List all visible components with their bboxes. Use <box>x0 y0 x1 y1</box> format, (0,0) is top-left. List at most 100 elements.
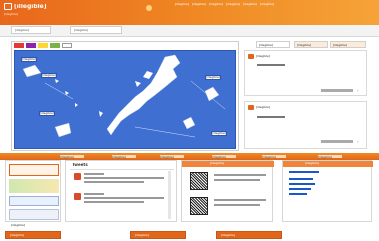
inset-island-shape[interactable] <box>182 116 196 130</box>
link-item[interactable] <box>289 188 311 190</box>
more-link[interactable] <box>321 89 353 92</box>
footer-bar: [illegible] [illegible] [illegible] <box>0 229 379 241</box>
qr-text-line <box>214 199 266 201</box>
region-label[interactable]: [illegible] <box>41 73 57 78</box>
lower-bar-link[interactable]: [illegible] <box>160 155 184 159</box>
sidebar-tab[interactable]: [illegible] <box>256 41 290 48</box>
sidebar-tab[interactable]: [illegible] <box>330 41 366 48</box>
tweet-text-line <box>84 177 164 179</box>
warning-icon <box>248 54 254 59</box>
divider <box>70 169 174 170</box>
tweet-text-line <box>84 197 164 199</box>
region-label[interactable]: [illegible] <box>39 111 55 116</box>
island-shape[interactable] <box>135 81 141 87</box>
island-shape[interactable] <box>65 91 69 95</box>
top-link[interactable]: [illegible] <box>243 3 257 9</box>
alert-title: [illegible] <box>256 106 271 109</box>
promo-banner[interactable] <box>9 209 59 220</box>
alert-icon <box>248 105 254 110</box>
legend-chip[interactable] <box>38 43 48 48</box>
okinawa-map[interactable]: [illegible] [illegible] [illegible] [ill… <box>14 50 236 149</box>
link-item[interactable] <box>289 178 313 180</box>
region-label[interactable]: [illegible] <box>205 75 221 80</box>
top-link[interactable]: [illegible] <box>260 3 274 9</box>
link-item[interactable] <box>289 183 315 185</box>
tweets-scrollbar[interactable] <box>168 171 171 219</box>
warning-box: [illegible] › <box>244 50 367 96</box>
map-divider-line <box>190 80 226 110</box>
footer-button[interactable]: [illegible] <box>130 231 186 239</box>
legend-chip[interactable] <box>14 43 24 48</box>
map-legend <box>14 43 134 49</box>
qr-code[interactable] <box>190 197 208 215</box>
promo-banner[interactable] <box>9 196 59 206</box>
inset-island-shape[interactable] <box>54 122 72 138</box>
tweet-text-line <box>84 201 144 203</box>
top-link[interactable]: [illegible] <box>209 3 223 9</box>
lower-bar-link[interactable]: [illegible] <box>112 155 136 159</box>
qr-panel-title: [illegible] <box>210 162 225 165</box>
region-label[interactable]: [illegible] <box>21 57 37 62</box>
alert-text-line <box>257 116 285 118</box>
site-subtitle: [illegible] <box>4 13 19 16</box>
sidebar: [illegible] [illegible] [illegible] [ill… <box>244 41 367 151</box>
warning-title: [illegible] <box>256 55 271 58</box>
tweet-avatar-icon[interactable] <box>74 173 81 180</box>
lower-bar-link[interactable]: [illegible] <box>318 155 342 159</box>
nav-tab[interactable]: [illegible] <box>11 26 51 34</box>
warning-header: [illegible] <box>248 54 270 59</box>
site-header: [illegible] [illegible] [illegible] [ill… <box>0 0 379 25</box>
mascot-icon <box>146 5 152 11</box>
footer-button[interactable]: [illegible] <box>216 231 282 239</box>
top-link[interactable]: [illegible] <box>226 3 240 9</box>
lower-bar-link[interactable]: [illegible] <box>262 155 286 159</box>
main-island-shape[interactable] <box>106 54 181 136</box>
tweets-title: Tweets <box>72 163 88 167</box>
promo-image[interactable] <box>9 179 59 193</box>
links-panel-title: [illegible] <box>305 162 320 165</box>
links-panel: [illegible] <box>282 160 373 222</box>
legend-chip[interactable] <box>62 43 72 48</box>
lower-link-bar: [illegible] [illegible] [illegible] [ill… <box>0 153 379 160</box>
more-link[interactable] <box>321 140 353 143</box>
qr-panel: [illegible] <box>181 160 274 222</box>
top-links: [illegible] [illegible] [illegible] [ill… <box>175 3 375 9</box>
legend-chip[interactable] <box>50 43 60 48</box>
tweet-text-line <box>84 193 104 195</box>
site-title[interactable]: [illegible] <box>14 4 47 10</box>
map-divider-line <box>134 126 196 138</box>
nav-tab[interactable]: [illegible] <box>70 26 122 34</box>
tweet-avatar-icon[interactable] <box>74 193 81 200</box>
chevron-right-icon[interactable]: › <box>357 88 359 93</box>
qr-code[interactable] <box>190 172 208 190</box>
link-item[interactable] <box>289 193 307 195</box>
chevron-right-icon[interactable]: › <box>357 139 359 144</box>
tweet-text-line <box>84 181 144 183</box>
map-divider-line <box>44 82 74 100</box>
legend-chip[interactable] <box>26 43 36 48</box>
qr-text-line <box>214 174 266 176</box>
sidebar-tab[interactable]: [illegible] <box>294 41 328 48</box>
links-panel-header <box>283 161 373 167</box>
qr-panel-header <box>182 161 274 167</box>
main-nav: [illegible] [illegible] <box>0 25 379 37</box>
lower-bar-link[interactable]: [illegible] <box>212 155 236 159</box>
link-item[interactable] <box>289 171 319 173</box>
island-shape[interactable] <box>143 71 153 79</box>
site-logo-icon[interactable] <box>4 3 12 10</box>
island-shape[interactable] <box>75 103 78 107</box>
map-svg <box>22 54 226 138</box>
region-label[interactable]: [illegible] <box>211 131 227 136</box>
island-shape[interactable] <box>99 111 103 117</box>
banner-column <box>5 160 61 222</box>
footer-button[interactable]: [illegible] <box>5 231 61 239</box>
promo-banner[interactable] <box>9 164 59 176</box>
top-link[interactable]: [illegible] <box>192 3 206 9</box>
footer-label: [illegible] <box>11 224 26 227</box>
alert-box: [illegible] › <box>244 101 367 149</box>
lower-bar-link[interactable]: [illegible] <box>60 155 84 159</box>
inset-island-shape[interactable] <box>22 64 42 78</box>
warning-text-line <box>257 64 285 66</box>
island-shape[interactable] <box>55 79 59 83</box>
top-link[interactable]: [illegible] <box>175 3 189 9</box>
